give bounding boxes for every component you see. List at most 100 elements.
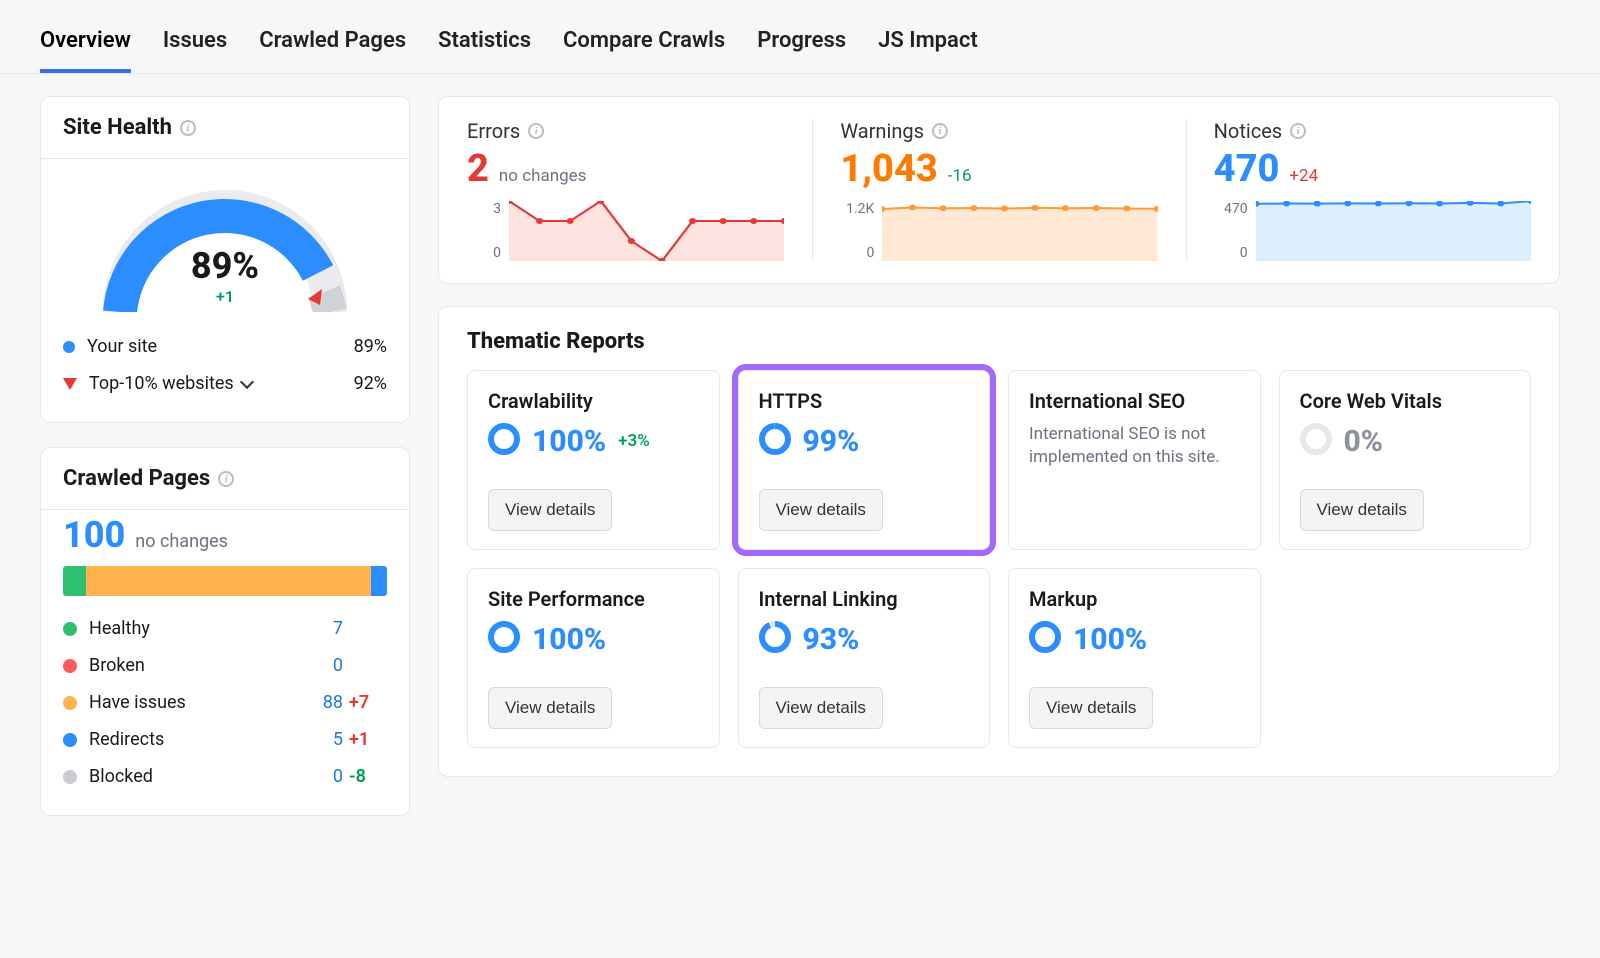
info-icon[interactable]: i xyxy=(218,471,234,487)
info-icon[interactable]: i xyxy=(1290,123,1306,139)
triangle-down-icon xyxy=(63,378,77,390)
ring-icon xyxy=(488,621,520,657)
site-health-title-text: Site Health xyxy=(63,115,172,140)
bar-segment xyxy=(86,566,371,596)
metric-notices[interactable]: Notices i 470 +24 4700 xyxy=(1186,97,1559,283)
thematic-card-international-seo: International SEOInternational SEO is no… xyxy=(1008,370,1261,550)
row-count: 0 xyxy=(303,655,343,676)
thematic-name: Markup xyxy=(1029,587,1240,611)
view-details-button[interactable]: View details xyxy=(1300,489,1424,531)
crawled-row-redirects[interactable]: Redirects5+1 xyxy=(63,721,387,758)
view-details-button[interactable]: View details xyxy=(759,489,883,531)
info-icon[interactable]: i xyxy=(180,120,196,136)
metric-title: Warnings i xyxy=(840,119,1157,143)
tab-issues[interactable]: Issues xyxy=(163,28,227,73)
bar-segment xyxy=(63,566,86,596)
metric-errors[interactable]: Errors i 2 no changes 30 xyxy=(439,97,812,283)
thematic-reports-title: Thematic Reports xyxy=(439,307,1559,364)
thematic-name: Site Performance xyxy=(488,587,699,611)
thematic-name: HTTPS xyxy=(759,389,970,413)
row-label: Blocked xyxy=(89,766,303,787)
thematic-card-crawlability: Crawlability 100%+3% View details xyxy=(467,370,720,550)
view-details-button[interactable]: View details xyxy=(1029,687,1153,729)
site-health-gauge: 89% +1 xyxy=(41,159,409,320)
thematic-value-row: 93% xyxy=(759,621,970,657)
sparkline: 30 xyxy=(467,201,784,261)
thematic-card-site-performance: Site Performance 100% View details xyxy=(467,568,720,748)
view-details-button[interactable]: View details xyxy=(759,687,883,729)
metric-delta: +24 xyxy=(1289,166,1318,186)
crawled-pages-title-text: Crawled Pages xyxy=(63,466,210,491)
metric-value: 470 xyxy=(1214,147,1280,191)
thematic-percent: 99% xyxy=(803,424,860,459)
crawled-pages-total[interactable]: 100 xyxy=(63,514,125,556)
crawled-row-broken[interactable]: Broken0 xyxy=(63,647,387,684)
ring-icon xyxy=(759,621,791,657)
crawled-row-have-issues[interactable]: Have issues88+7 xyxy=(63,684,387,721)
legend-value: 92% xyxy=(354,373,387,394)
crawled-row-blocked[interactable]: Blocked0-8 xyxy=(63,758,387,795)
metric-title: Errors i xyxy=(467,119,784,143)
metric-delta: no changes xyxy=(499,166,587,186)
crawled-pages-subtext: no changes xyxy=(135,531,228,552)
row-count: 0 xyxy=(303,766,343,787)
row-delta: -8 xyxy=(343,766,387,787)
crawled-pages-bar xyxy=(63,566,387,596)
legend-top10[interactable]: Top-10% websites 92% xyxy=(63,365,387,402)
row-count: 5 xyxy=(303,729,343,750)
thematic-percent: 93% xyxy=(803,622,860,657)
metric-title: Notices i xyxy=(1214,119,1531,143)
tab-crawled-pages[interactable]: Crawled Pages xyxy=(259,28,406,73)
metric-value: 1,043 xyxy=(840,147,937,191)
row-label: Healthy xyxy=(89,618,303,639)
tab-compare-crawls[interactable]: Compare Crawls xyxy=(563,28,725,73)
crawled-row-healthy[interactable]: Healthy7 xyxy=(63,610,387,647)
sparkline: 4700 xyxy=(1214,201,1531,261)
row-count: 88 xyxy=(303,692,343,713)
legend-your-site: Your site 89% xyxy=(63,328,387,365)
chevron-down-icon xyxy=(240,374,254,388)
thematic-card-markup: Markup 100% View details xyxy=(1008,568,1261,748)
legend-value: 89% xyxy=(354,336,387,357)
ring-icon xyxy=(1029,621,1061,657)
site-health-score: 89% xyxy=(90,245,360,287)
thematic-name: International SEO xyxy=(1029,389,1240,413)
thematic-percent: 0% xyxy=(1344,424,1384,459)
thematic-value-row: 100% xyxy=(1029,621,1240,657)
legend-label: Top-10% websites xyxy=(89,373,354,394)
site-health-delta: +1 xyxy=(90,287,360,306)
sparkline: 1.2K0 xyxy=(840,201,1157,261)
view-details-button[interactable]: View details xyxy=(488,489,612,531)
top-metrics-card: Errors i 2 no changes 30 Warnings i 1,043 -16 1… xyxy=(438,96,1560,284)
dot-icon xyxy=(63,622,77,636)
tab-progress[interactable]: Progress xyxy=(757,28,846,73)
view-details-button[interactable]: View details xyxy=(488,687,612,729)
dot-icon xyxy=(63,770,77,784)
ring-icon xyxy=(759,423,791,459)
tab-overview[interactable]: Overview xyxy=(40,28,131,73)
thematic-value-row: 0% xyxy=(1300,423,1511,459)
thematic-reports-grid: Crawlability 100%+3% View details HTTPS 99% V… xyxy=(439,364,1559,776)
tab-js-impact[interactable]: JS Impact xyxy=(878,28,978,73)
info-icon[interactable]: i xyxy=(932,123,948,139)
metric-delta: -16 xyxy=(948,166,972,186)
ring-icon xyxy=(488,423,520,459)
dot-icon xyxy=(63,341,75,353)
thematic-value-row: 100% xyxy=(488,621,699,657)
row-delta: +1 xyxy=(343,729,387,750)
metric-value: 2 xyxy=(467,147,489,191)
thematic-card-https: HTTPS 99% View details xyxy=(738,370,991,550)
ring-icon xyxy=(1300,423,1332,459)
info-icon[interactable]: i xyxy=(528,123,544,139)
site-health-card: Site Health i 89% +1 xyxy=(40,96,410,423)
crawled-pages-title: Crawled Pages i xyxy=(41,448,409,509)
row-count: 7 xyxy=(303,618,343,639)
thematic-card-internal-linking: Internal Linking 93% View details xyxy=(738,568,991,748)
row-label: Redirects xyxy=(89,729,303,750)
metric-warnings[interactable]: Warnings i 1,043 -16 1.2K0 xyxy=(812,97,1185,283)
tab-statistics[interactable]: Statistics xyxy=(438,28,531,73)
thematic-name: Crawlability xyxy=(488,389,699,413)
thematic-percent: 100% xyxy=(532,424,606,459)
thematic-value-row: 100%+3% xyxy=(488,423,699,459)
thematic-name: Internal Linking xyxy=(759,587,970,611)
